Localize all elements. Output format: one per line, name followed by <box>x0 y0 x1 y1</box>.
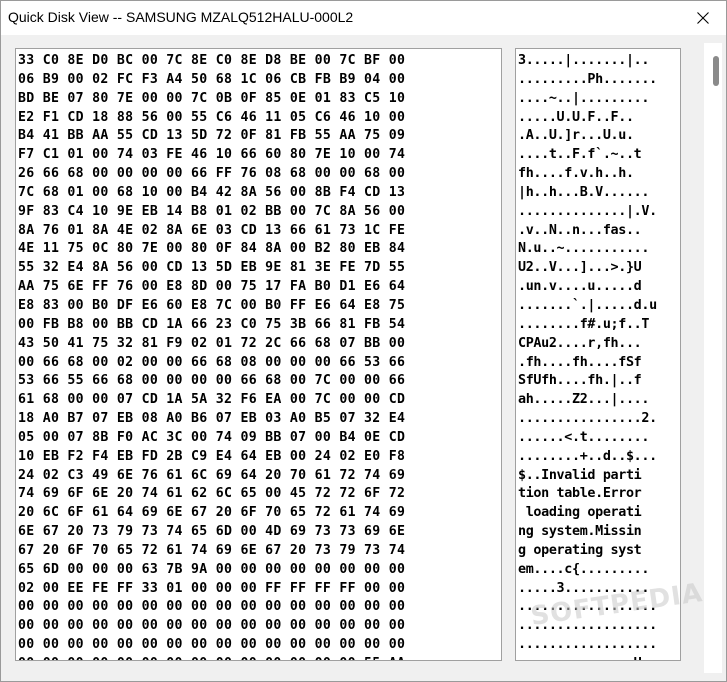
hex-row: 02 00 EE FE FF 33 01 00 00 00 FF FF FF F… <box>18 580 406 596</box>
hex-row: 33 C0 8E D0 BC 00 7C 8E C0 8E D8 BE 00 7… <box>18 53 406 68</box>
ascii-row: g operating syst <box>518 542 642 558</box>
ascii-row: ....t..F.f`.~..t <box>518 147 642 163</box>
hex-row: 67 20 6F 70 65 72 61 74 69 6E 67 20 73 7… <box>18 542 406 558</box>
hex-row: 00 00 00 00 00 00 00 00 00 00 00 00 00 0… <box>18 618 406 634</box>
hex-row: 26 66 68 00 00 00 00 66 FF 76 08 68 00 0… <box>18 166 406 182</box>
hex-row: 05 00 07 8B F0 AC 3C 00 74 09 BB 07 00 B… <box>18 429 406 445</box>
hex-row: B4 41 BB AA 55 CD 13 5D 72 0F 81 FB 55 A… <box>18 128 406 144</box>
ascii-row: N.u..~........... <box>518 241 650 257</box>
hex-row: 18 A0 B7 07 EB 08 A0 B6 07 EB 03 A0 B5 0… <box>18 411 406 427</box>
hex-row: 53 66 55 66 68 00 00 00 00 66 68 00 7C 0… <box>18 373 406 389</box>
ascii-row: ng system.Missin <box>518 524 642 540</box>
ascii-row: SfUfh....fh.|..f <box>518 373 642 389</box>
hex-row: 9F 83 C4 10 9E EB 14 B8 01 02 BB 00 7C 8… <box>18 203 406 219</box>
hex-row: 6E 67 20 73 79 73 74 65 6D 00 4D 69 73 7… <box>18 524 406 540</box>
ascii-row: .................. <box>518 599 657 615</box>
close-icon <box>697 12 709 24</box>
hex-row: 24 02 C3 49 6E 76 61 6C 69 64 20 70 61 7… <box>18 467 406 483</box>
ascii-row: |h..h...B.V...... <box>518 184 650 200</box>
hex-row: F7 C1 01 00 74 03 FE 46 10 66 60 80 7E 1… <box>18 147 406 163</box>
hex-dump-lines: 33 C0 8E D0 BC 00 7C 8E C0 8E D8 BE 00 7… <box>18 52 406 660</box>
ascii-row: 3.....|.......|.. <box>518 53 650 68</box>
ascii-row: .................. <box>518 618 657 634</box>
hex-row: 61 68 00 00 07 CD 1A 5A 32 F6 EA 00 7C 0… <box>18 392 406 408</box>
ascii-row: .un.v....u.....d <box>518 279 642 295</box>
hex-row: 00 00 00 00 00 00 00 00 00 00 00 00 00 0… <box>18 637 406 653</box>
ascii-row: CPAu2....r,fh... <box>518 335 642 351</box>
hex-row: 7C 68 01 00 68 10 00 B4 42 8A 56 00 8B F… <box>18 184 406 200</box>
ascii-row: tion table.Error <box>518 486 642 502</box>
hex-row: 43 50 41 75 32 81 F9 02 01 72 2C 66 68 0… <box>18 335 406 351</box>
hex-row: AA 75 6E FF 76 00 E8 8D 00 75 17 FA B0 D… <box>18 279 406 295</box>
hex-row: 8A 76 01 8A 4E 02 8A 6E 03 CD 13 66 61 7… <box>18 222 406 238</box>
ascii-row: fh....f.v.h..h. <box>518 166 634 182</box>
ascii-row: ...............U. <box>518 655 657 660</box>
ascii-row: ....~..|......... <box>518 90 650 106</box>
ascii-row: ......<.t........ <box>518 429 650 445</box>
hex-row: 4E 11 75 0C 80 7E 00 80 0F 84 8A 00 B2 8… <box>18 241 406 257</box>
close-button[interactable] <box>680 1 726 35</box>
hex-row: 65 6D 00 00 00 63 7B 9A 00 00 00 00 00 0… <box>18 561 406 577</box>
hex-row: 00 66 68 00 02 00 00 66 68 08 00 00 00 6… <box>18 354 406 370</box>
ascii-row: .fh....fh....fSf <box>518 354 642 370</box>
ascii-row: .....U.U.F..F.. <box>518 109 634 125</box>
ascii-row: ........+..d..$... <box>518 448 657 464</box>
ascii-row: .......`.|.....d.u <box>518 297 657 313</box>
ascii-row: .A..U.]r...U.u. <box>518 128 634 144</box>
hex-row: 00 FB B8 00 BB CD 1A 66 23 C0 75 3B 66 8… <box>18 316 406 332</box>
ascii-row: loading operati <box>518 505 642 521</box>
hex-row: 55 32 E4 8A 56 00 CD 13 5D EB 9E 81 3E F… <box>18 260 406 276</box>
ascii-row: ..............|.V. <box>518 203 657 219</box>
window-title: Quick Disk View -- SAMSUNG MZALQ512HALU-… <box>8 9 354 25</box>
ascii-row: $..Invalid parti <box>518 467 642 483</box>
ascii-row: .........Ph....... <box>518 71 657 87</box>
hex-row: 06 B9 00 02 FC F3 A4 50 68 1C 06 CB FB B… <box>18 71 406 87</box>
hex-row: BD BE 07 80 7E 00 00 7C 0B 0F 85 0E 01 8… <box>18 90 406 106</box>
client-area: 33 C0 8E D0 BC 00 7C 8E C0 8E D8 BE 00 7… <box>1 35 726 681</box>
ascii-dump-lines: 3.....|.......|.. .........Ph....... ....~… <box>518 52 657 660</box>
hex-row: 00 00 00 00 00 00 00 00 00 00 00 00 00 0… <box>18 599 406 615</box>
ascii-row: ........f#.u;f..T <box>518 316 650 332</box>
vertical-scrollbar[interactable] <box>704 43 722 673</box>
hex-row: 10 EB F2 F4 EB FD 2B C9 E4 64 EB 00 24 0… <box>18 448 406 464</box>
hex-row: 20 6C 6F 61 64 69 6E 67 20 6F 70 65 72 6… <box>18 505 406 521</box>
title-bar[interactable]: Quick Disk View -- SAMSUNG MZALQ512HALU-… <box>1 1 726 35</box>
ascii-dump-panel[interactable]: 3.....|.......|.. .........Ph....... ....~… <box>515 48 681 661</box>
ascii-row: U2..V...]...>.}U <box>518 260 642 276</box>
ascii-row: ................2. <box>518 411 657 427</box>
hex-row: E2 F1 CD 18 88 56 00 55 C6 46 11 05 C6 4… <box>18 109 406 125</box>
hex-row: E8 83 00 B0 DF E6 60 E8 7C 00 B0 FF E6 6… <box>18 297 406 313</box>
quick-disk-view-window: Quick Disk View -- SAMSUNG MZALQ512HALU-… <box>0 0 727 682</box>
ascii-row: ah.....Z2...|.... <box>518 392 650 408</box>
ascii-row: em....c{......... <box>518 561 650 577</box>
hex-dump-panel[interactable]: 33 C0 8E D0 BC 00 7C 8E C0 8E D8 BE 00 7… <box>15 48 502 661</box>
ascii-row: .................. <box>518 637 657 653</box>
scrollbar-thumb[interactable] <box>713 56 719 86</box>
ascii-row: .....3........... <box>518 580 650 596</box>
hex-row: 00 00 00 00 00 00 00 00 00 00 00 00 00 0… <box>18 655 405 660</box>
hex-row: 74 69 6F 6E 20 74 61 62 6C 65 00 45 72 7… <box>18 486 406 502</box>
ascii-row: .v..N..n...fas.. <box>518 222 642 238</box>
